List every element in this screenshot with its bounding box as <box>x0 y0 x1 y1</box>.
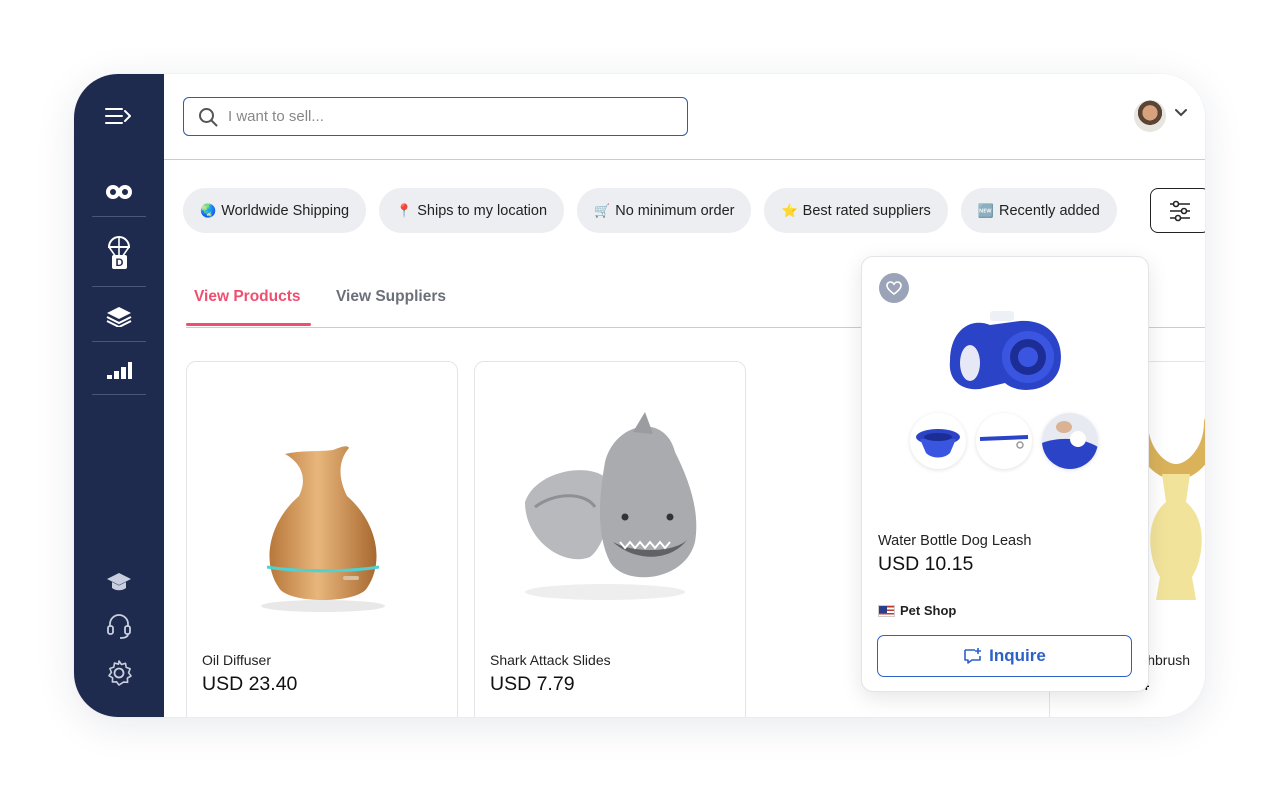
search-box[interactable] <box>183 97 688 136</box>
app-window: D I want to sell... 🌏 Worldwide Shipping… <box>74 74 1205 717</box>
pin-icon: 📍 <box>396 202 413 218</box>
thumbnail-leash[interactable] <box>976 413 1032 469</box>
filter-no-minimum-order[interactable]: 🛒 No minimum order <box>577 188 752 233</box>
chat-plus-icon <box>964 648 982 664</box>
tab-view-products[interactable]: View Products <box>194 288 301 306</box>
hovered-product-card[interactable]: Water Bottle Dog Leash USD 10.15 Pet Sho… <box>861 256 1149 692</box>
cart-icon: 🛒 <box>594 202 611 218</box>
globe-icon: 🌏 <box>200 202 217 218</box>
product-card[interactable]: Oil Diffuser USD 23.40 <box>186 361 458 717</box>
chevron-down-icon[interactable] <box>1174 108 1188 118</box>
product-price: USD 10.15 <box>878 553 974 575</box>
support-icon[interactable] <box>91 606 147 646</box>
supplier-shop[interactable]: Pet Shop <box>878 603 956 618</box>
layers-icon[interactable] <box>91 296 147 336</box>
filter-chips: 🌏 Worldwide Shipping 📍 Ships to my locatio… <box>183 188 1117 233</box>
filter-recently-added[interactable]: 🆕 Recently added <box>960 188 1117 233</box>
product-image-shark-slides <box>495 392 727 632</box>
dropship-icon[interactable]: D <box>91 232 147 272</box>
product-image-oil-diffuser <box>207 392 439 632</box>
product-price: USD 23.40 <box>202 673 298 695</box>
product-card[interactable]: Shark Attack Slides USD 7.79 <box>474 361 746 717</box>
logo-icon[interactable] <box>91 172 147 212</box>
tab-view-suppliers[interactable]: View Suppliers <box>336 288 446 306</box>
thumbnail-in-use[interactable] <box>1042 413 1098 469</box>
inquire-button[interactable]: Inquire <box>877 635 1132 677</box>
advanced-filter-button[interactable] <box>1150 188 1205 233</box>
svg-text:D: D <box>116 257 124 269</box>
sliders-icon <box>1170 200 1190 221</box>
thumbnail-bowl[interactable] <box>910 413 966 469</box>
product-name: Oil Diffuser <box>202 652 271 668</box>
academy-icon[interactable] <box>91 562 147 602</box>
new-icon: 🆕 <box>977 202 994 218</box>
main-content: 🌏Worldwide Shipping 📍Ships to my locatio… <box>164 74 1205 717</box>
favorite-heart-icon[interactable] <box>879 273 909 303</box>
search-input[interactable] <box>228 108 668 125</box>
active-tab-indicator <box>186 323 311 326</box>
product-name: Water Bottle Dog Leash <box>878 533 1032 549</box>
product-name: Shark Attack Slides <box>490 652 611 668</box>
top-bar <box>164 74 1205 160</box>
product-main-image <box>940 301 1070 401</box>
us-flag-icon <box>878 604 895 617</box>
filter-best-rated[interactable]: ⭐ Best rated suppliers <box>764 188 948 233</box>
settings-gear-icon[interactable] <box>91 653 147 693</box>
user-avatar[interactable] <box>1134 100 1166 132</box>
filter-ships-to-location[interactable]: 📍 Ships to my location <box>379 188 565 233</box>
filter-worldwide-shipping[interactable]: 🌏 Worldwide Shipping <box>183 188 367 233</box>
search-icon <box>199 107 218 126</box>
sidebar: D <box>74 74 164 717</box>
star-icon: ⭐ <box>781 202 798 218</box>
expand-menu-icon[interactable] <box>91 96 147 136</box>
analytics-icon[interactable] <box>91 350 147 390</box>
product-price: USD 7.79 <box>490 673 575 695</box>
